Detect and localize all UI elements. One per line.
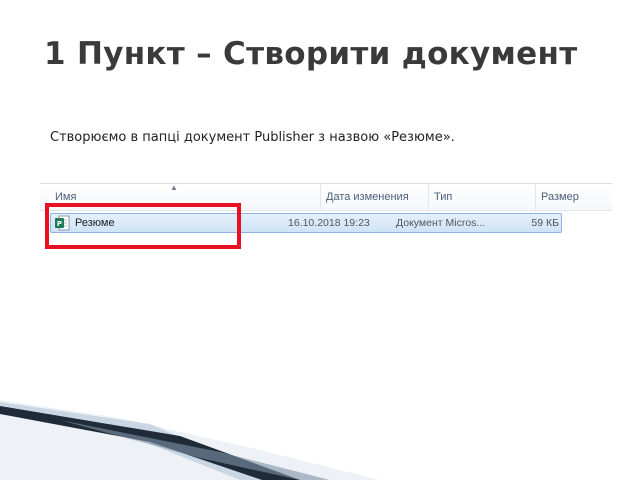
file-type: Документ Micros... [396,217,486,229]
sort-ascending-icon: ▲ [170,183,178,192]
decorative-swoosh [0,400,380,480]
column-header-type[interactable]: Тип [429,184,536,210]
column-header-date-modified[interactable]: Дата изменения [321,184,429,210]
slide-title: 1 Пункт – Створити документ [44,36,578,72]
column-header-size[interactable]: Размер [536,184,612,210]
red-highlight-annotation [45,203,241,249]
file-date-modified: 16.10.2018 19:23 [288,217,370,229]
column-header-name-label: Имя [55,191,77,203]
slide-body-text: Створюємо в папці документ Publisher з н… [50,130,455,145]
file-size: 59 КБ [531,217,559,229]
